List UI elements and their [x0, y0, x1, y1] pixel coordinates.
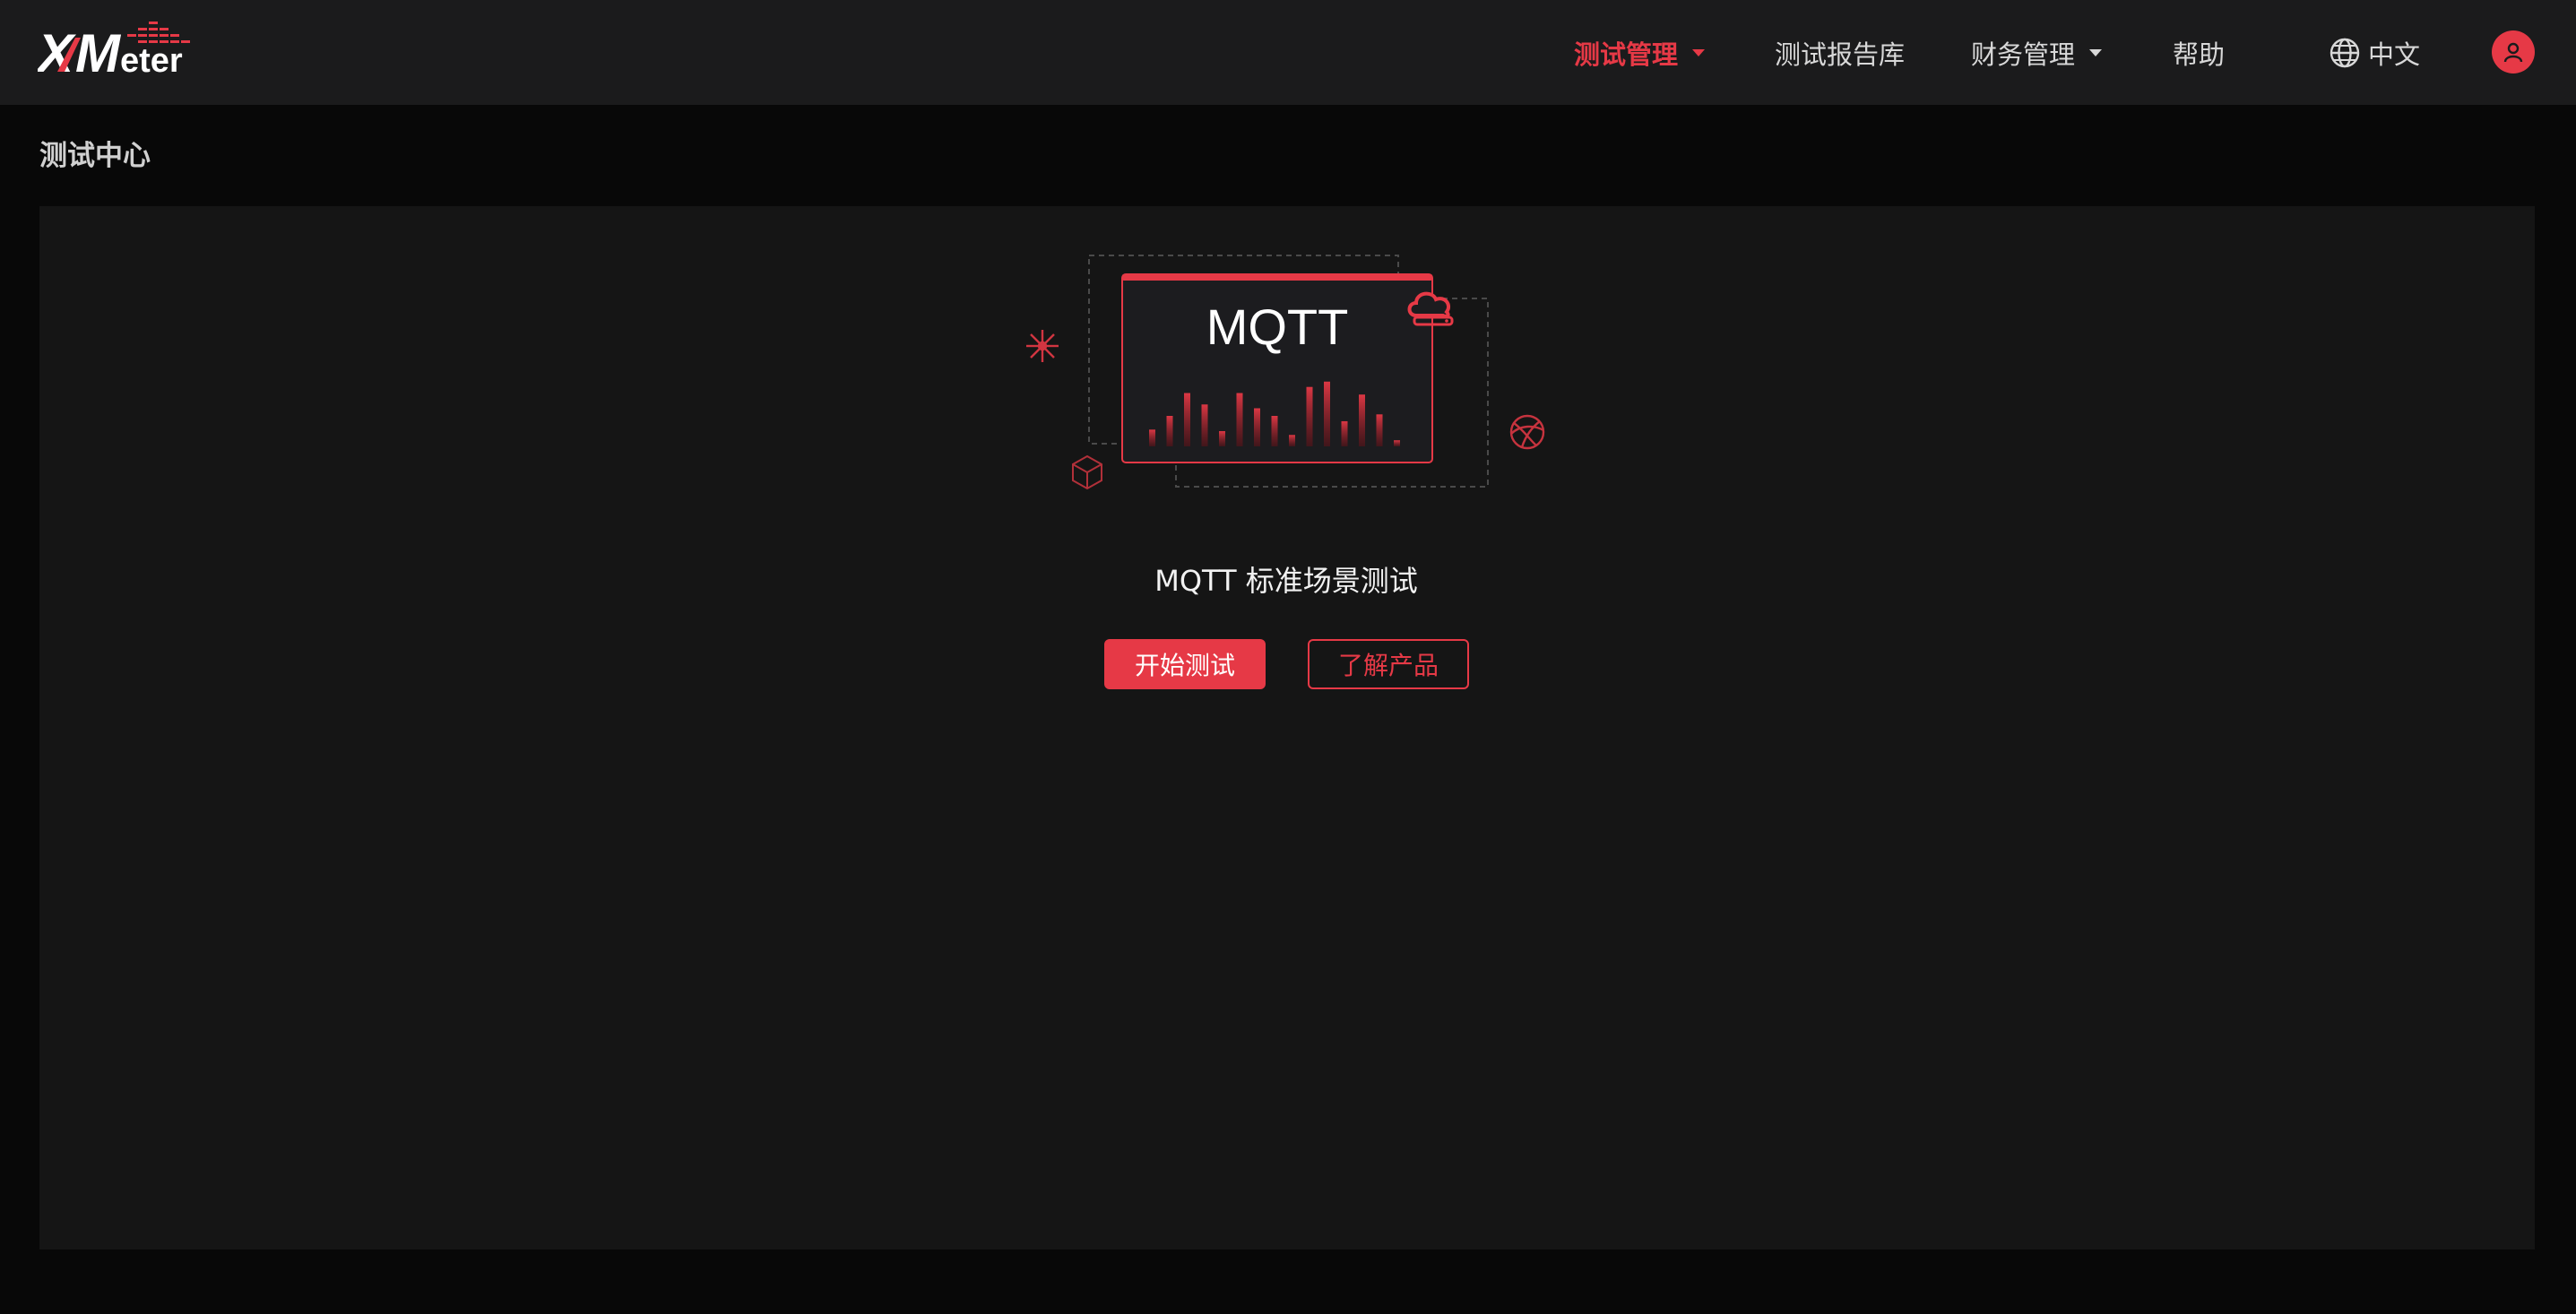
user-avatar-button[interactable] [2492, 30, 2535, 73]
bar-1 [1149, 429, 1155, 446]
bar-4 [1201, 404, 1208, 446]
globe-icon [2330, 38, 2360, 67]
cube-icon [1072, 454, 1102, 490]
nav-test-report-library[interactable]: 测试报告库 [1775, 0, 1905, 105]
mqtt-card-label: MQTT [1206, 298, 1349, 355]
nav-test-report-library-label: 测试报告库 [1775, 39, 1906, 70]
nav-finance-management-label: 财务管理 [1971, 39, 2076, 70]
bar-14 [1376, 414, 1383, 446]
network-node-icon [1026, 330, 1059, 362]
bar-3 [1184, 393, 1190, 446]
language-switcher[interactable]: 中文 [2329, 0, 2420, 105]
nav-help-label: 帮助 [2173, 39, 2226, 70]
nav-help[interactable]: 帮助 [2173, 0, 2225, 105]
top-navigation-bar: X M eter 测试管理 测试报告库 财务管理 帮助 中文 [0, 0, 2576, 105]
learn-product-button[interactable]: 了解产品 [1308, 639, 1469, 689]
bar-11 [1324, 381, 1330, 446]
nav-test-management-label: 测试管理 [1574, 39, 1679, 70]
user-icon [2503, 42, 2523, 63]
nav-test-management[interactable]: 测试管理 [1574, 0, 1706, 105]
svg-text:eter: eter [120, 42, 183, 79]
mqtt-card-topbar [1122, 274, 1432, 281]
bar-8 [1271, 416, 1278, 446]
start-test-button[interactable]: 开始测试 [1104, 639, 1266, 689]
nav-finance-management[interactable]: 财务管理 [1971, 0, 2103, 105]
chevron-down-icon [1692, 48, 1706, 56]
language-label: 中文 [2368, 39, 2421, 70]
scenario-title: MQTT 标准场景测试 [1154, 564, 1418, 598]
bar-12 [1341, 420, 1348, 446]
planet-icon [1509, 414, 1545, 450]
mqtt-illustration: MQTT [1026, 255, 1545, 490]
page-title-breadcrumb: 测试中心 [39, 140, 151, 172]
bar-5 [1219, 431, 1225, 446]
bar-6 [1236, 393, 1243, 446]
bar-10 [1306, 386, 1313, 446]
svg-text:M: M [75, 23, 122, 79]
bar-13 [1359, 394, 1365, 446]
bar-2 [1166, 416, 1173, 446]
chevron-down-icon [2089, 48, 2103, 56]
xmeter-logo[interactable]: X M eter [38, 18, 203, 79]
bar-7 [1254, 408, 1260, 446]
bar-9 [1289, 435, 1295, 446]
bar-15 [1394, 440, 1400, 446]
